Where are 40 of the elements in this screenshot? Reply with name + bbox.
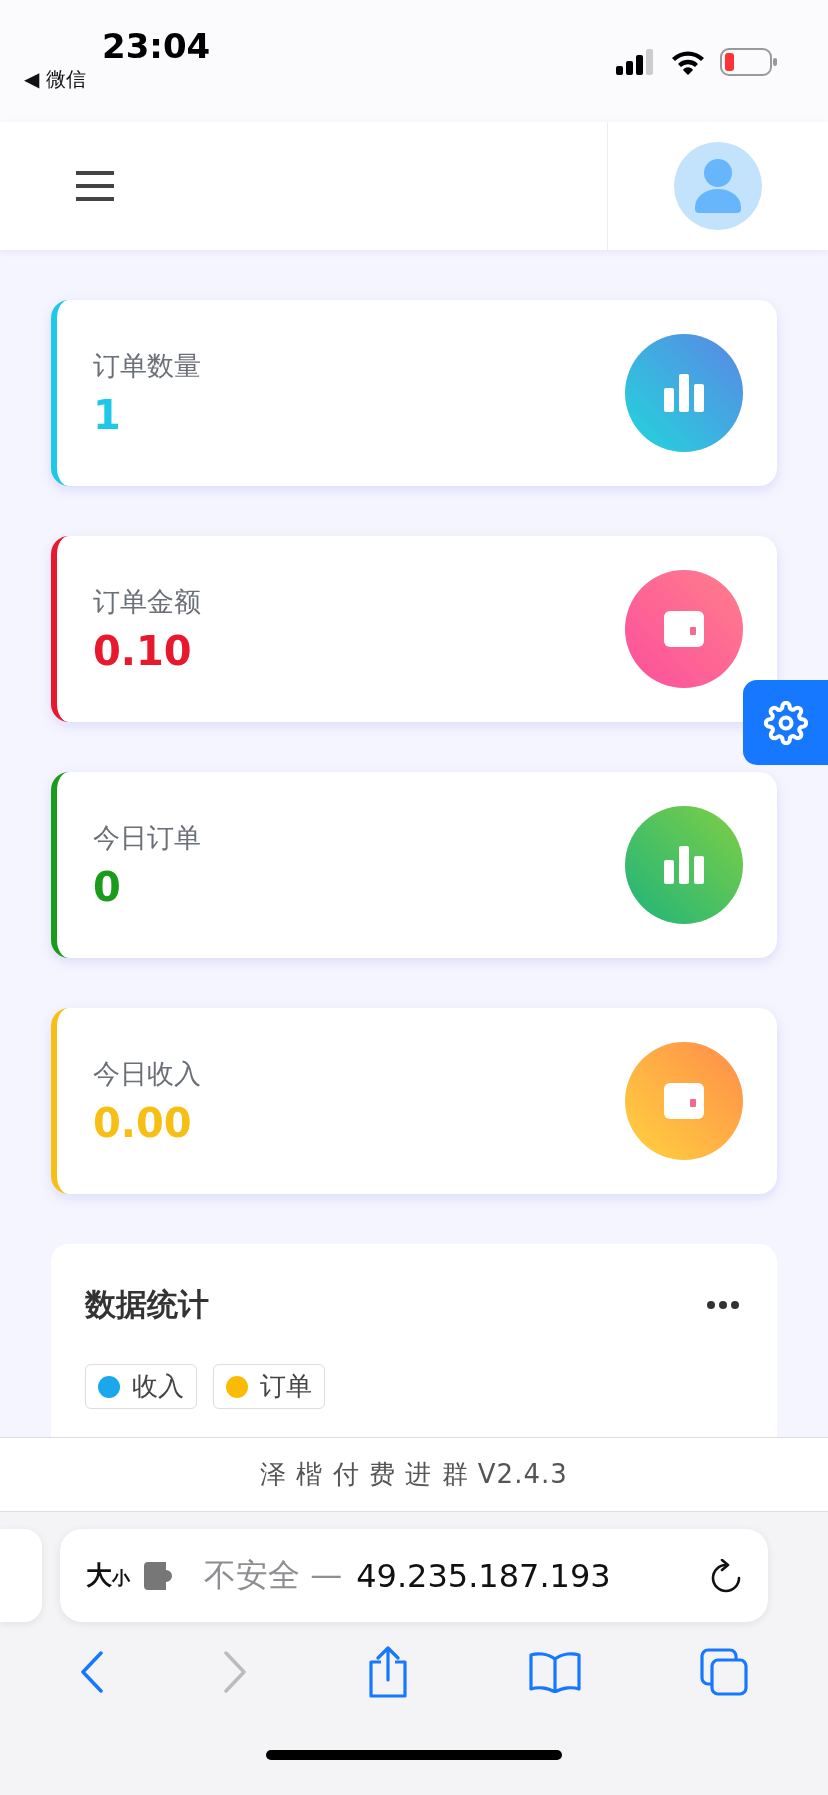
wifi-icon xyxy=(670,49,706,75)
legend-item[interactable]: 订单 xyxy=(213,1364,325,1409)
signal-icon xyxy=(616,49,656,75)
gear-icon xyxy=(763,700,808,745)
stat-value: 1 xyxy=(93,392,122,438)
stat-value: 0.10 xyxy=(93,628,193,674)
url-host: 49.235.187.193 xyxy=(356,1556,611,1595)
reload-icon[interactable] xyxy=(710,1558,742,1593)
stat-label: 订单金额 xyxy=(93,585,201,619)
menu-icon xyxy=(76,171,114,201)
share-icon xyxy=(367,1646,409,1698)
chevron-right-icon xyxy=(223,1651,248,1693)
bar-chart-icon xyxy=(662,846,706,884)
stat-value: 0 xyxy=(93,864,122,910)
legend-label: 收入 xyxy=(132,1370,184,1403)
bar-chart-icon xyxy=(662,374,706,412)
wallet-icon xyxy=(664,1083,704,1119)
security-warning: 不安全 — xyxy=(204,1554,343,1596)
panel-title: 数据统计 xyxy=(85,1285,209,1324)
tabs-icon xyxy=(700,1648,749,1696)
bookmarks-button[interactable] xyxy=(528,1651,581,1693)
settings-button[interactable] xyxy=(743,680,828,765)
battery-icon xyxy=(720,48,778,76)
footer-version: 泽 楷 付 费 进 群 V2.4.3 xyxy=(0,1437,828,1512)
chevron-left-icon xyxy=(79,1651,104,1693)
user-icon xyxy=(695,159,741,213)
back-to-app-link[interactable]: ◀ 微信 xyxy=(24,66,211,93)
stat-label: 今日收入 xyxy=(93,1057,201,1091)
legend-item[interactable]: 收入 xyxy=(85,1364,197,1409)
book-icon xyxy=(528,1651,581,1693)
tabs-button[interactable] xyxy=(700,1648,749,1696)
wallet-icon xyxy=(664,611,704,647)
legend-label: 订单 xyxy=(260,1370,312,1403)
clock-time: 23:04 xyxy=(102,28,211,64)
share-button[interactable] xyxy=(367,1646,409,1698)
ellipsis-icon xyxy=(707,1301,739,1309)
stat-value: 0.00 xyxy=(93,1100,193,1146)
stat-label: 订单数量 xyxy=(93,349,201,383)
stat-label: 今日订单 xyxy=(93,821,201,855)
back-button[interactable] xyxy=(79,1651,104,1693)
